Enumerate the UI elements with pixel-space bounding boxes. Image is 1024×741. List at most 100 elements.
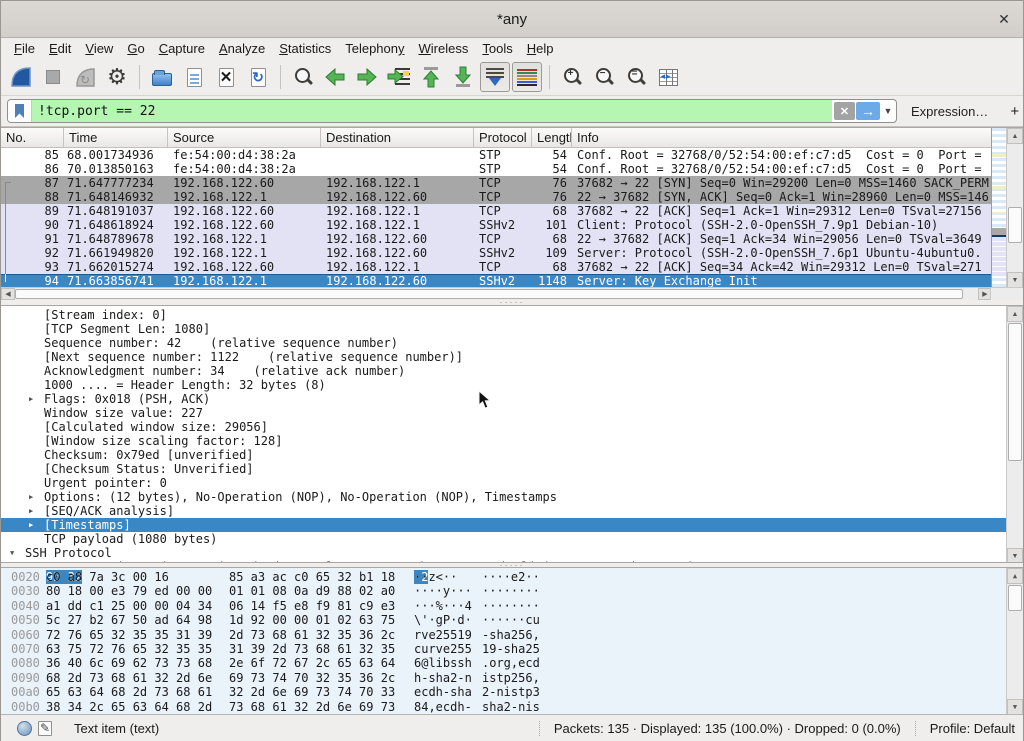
detail-line-flags[interactable]: ▶Flags: 0x018 (PSH, ACK) [1,392,1006,406]
go-top-button[interactable] [416,62,446,92]
restart-capture-button[interactable]: ↻ [70,62,100,92]
hex-row[interactable]: 009068 2d 73 68 61 32 2d 6e69 73 74 70 3… [1,671,1006,685]
go-forward-button[interactable] [352,62,382,92]
go-back-button[interactable] [320,62,350,92]
start-capture-button[interactable] [6,62,36,92]
find-packet-button[interactable] [288,62,318,92]
scroll-down-arrow[interactable]: ▼ [1007,548,1023,563]
scrollbar-thumb[interactable] [1008,585,1022,611]
detail-line[interactable]: Checksum: 0x79ed [unverified] [1,448,1006,462]
detail-line-ssh-version[interactable]: ▶SSH Version 2 (encryption:chacha20-poly… [1,560,1006,563]
packet-row[interactable]: 8568.001734936fe:54:00:d4:38:2aSTP54Conf… [1,148,993,162]
detail-line-ssh-protocol[interactable]: ▼SSH Protocol [1,546,1006,560]
detail-line[interactable]: Sequence number: 42 (relative sequence n… [1,336,1006,350]
hex-row[interactable]: 00a065 63 64 68 2d 73 68 6132 2d 6e 69 7… [1,685,1006,699]
detail-line[interactable]: [TCP Segment Len: 1080] [1,322,1006,336]
expert-info-icon[interactable] [17,721,32,736]
add-filter-button[interactable]: + [1010,103,1019,120]
menu-statistics[interactable]: Statistics [272,39,338,58]
detail-line[interactable]: [Calculated window size: 29056] [1,420,1006,434]
menu-edit[interactable]: Edit [42,39,78,58]
detail-line[interactable]: Acknowledgment number: 34 (relative ack … [1,364,1006,378]
detail-line[interactable]: Window size value: 227 [1,406,1006,420]
hex-row[interactable]: 008036 40 6c 69 62 73 73 682e 6f 72 67 2… [1,656,1006,670]
collapse-arrow-icon[interactable]: ▼ [10,546,14,560]
scroll-left-arrow[interactable]: ◀ [1,288,15,300]
auto-scroll-button[interactable] [480,62,510,92]
menu-tools[interactable]: Tools [475,39,519,58]
hex-row[interactable]: 00505c 27 b2 67 50 ad 64 981d 92 00 00 0… [1,613,1006,627]
menu-telephony[interactable]: Telephony [338,39,411,58]
packet-row[interactable]: 8971.648191037192.168.122.60192.168.122.… [1,204,993,218]
expand-arrow-icon[interactable]: ▶ [44,560,48,563]
go-to-packet-button[interactable] [384,62,414,92]
detail-line-seqack[interactable]: ▶[SEQ/ACK analysis] [1,504,1006,518]
packet-row[interactable]: 9271.661949820192.168.122.1192.168.122.6… [1,246,993,260]
open-file-button[interactable] [147,62,177,92]
colorize-button[interactable] [512,62,542,92]
scroll-up-arrow[interactable]: ▲ [1007,306,1023,322]
column-header-info[interactable]: Info [572,128,1023,147]
menu-view[interactable]: View [78,39,120,58]
column-header-time[interactable]: Time [64,128,168,147]
menu-analyze[interactable]: Analyze [212,39,272,58]
detail-line[interactable]: 1000 .... = Header Length: 32 bytes (8) [1,378,1006,392]
column-header-destination[interactable]: Destination [321,128,474,147]
scrollbar-thumb[interactable] [1008,323,1022,461]
detail-line[interactable]: [Next sequence number: 1122 (relative se… [1,350,1006,364]
expand-arrow-icon[interactable]: ▶ [29,504,33,518]
packet-row[interactable]: 8871.648146932192.168.122.1192.168.122.6… [1,190,993,204]
detail-line-options[interactable]: ▶Options: (12 bytes), No-Operation (NOP)… [1,490,1006,504]
save-file-button[interactable] [179,62,209,92]
packet-row[interactable]: 8771.647777234192.168.122.60192.168.122.… [1,176,993,190]
detail-line[interactable]: Urgent pointer: 0 [1,476,1006,490]
detail-line[interactable]: [Stream index: 0] [1,308,1006,322]
hex-row[interactable]: 006072 76 65 32 35 35 31 392d 73 68 61 3… [1,628,1006,642]
hex-row[interactable]: 0020c0 a8 7a 3c 00 16 93 3285 a3 ac c0 6… [1,570,1006,584]
hex-row[interactable]: 007063 75 72 76 65 32 35 3531 39 2d 73 6… [1,642,1006,656]
expression-button[interactable]: Expression… [911,104,988,119]
capture-options-button[interactable]: ⚙ [102,62,132,92]
column-header-protocol[interactable]: Protocol [474,128,532,147]
packet-row[interactable]: 9371.662015274192.168.122.60192.168.122.… [1,260,993,274]
filter-apply-button[interactable]: → [856,102,880,120]
detail-line[interactable]: TCP payload (1080 bytes) [1,532,1006,546]
expand-arrow-icon[interactable]: ▶ [29,490,33,504]
zoom-original-button[interactable]: = [621,62,651,92]
intelligent-scrollbar-minimap[interactable] [991,128,1006,288]
go-bottom-button[interactable] [448,62,478,92]
filter-clear-button[interactable]: ✕ [834,102,855,120]
scroll-up-arrow[interactable]: ▲ [1007,128,1023,144]
column-header-length[interactable]: Length [532,128,572,147]
detail-line[interactable]: [Checksum Status: Unverified] [1,462,1006,476]
scroll-down-arrow[interactable]: ▼ [1007,272,1023,288]
menu-file[interactable]: File [7,39,42,58]
display-filter-input[interactable]: !tcp.port == 22 [32,100,832,122]
menu-capture[interactable]: Capture [152,39,212,58]
scrollbar-thumb[interactable] [1008,207,1022,243]
column-header-source[interactable]: Source [168,128,321,147]
zoom-out-button[interactable]: − [589,62,619,92]
filter-bookmark-button[interactable] [8,100,32,122]
resize-columns-button[interactable] [653,62,683,92]
filter-dropdown-button[interactable]: ▼ [880,100,896,122]
detail-vscrollbar[interactable]: ▲ ▼ [1006,306,1023,563]
hex-row[interactable]: 00b038 34 2c 65 63 64 68 2d73 68 61 32 2… [1,700,1006,714]
expand-arrow-icon[interactable]: ▶ [29,392,33,406]
hex-vscrollbar[interactable]: ▲ ▼ [1006,568,1023,714]
menu-go[interactable]: Go [120,39,151,58]
menu-wireless[interactable]: Wireless [412,39,476,58]
packet-row-selected[interactable]: 9471.663856741192.168.122.1192.168.122.6… [1,274,993,288]
hex-row[interactable]: 0040a1 dd c1 25 00 00 04 3406 14 f5 e8 f… [1,599,1006,613]
expand-arrow-icon[interactable]: ▶ [29,518,33,532]
packet-list-vscrollbar[interactable]: ▲ ▼ [1006,128,1023,288]
packet-row[interactable]: 9171.648789678192.168.122.1192.168.122.6… [1,232,993,246]
hex-row[interactable]: 003080 18 00 e3 79 ed 00 0001 01 08 0a d… [1,584,1006,598]
profile-selector[interactable]: Profile: Default [916,721,1015,736]
column-header-no[interactable]: No. [1,128,64,147]
close-icon[interactable]: ✕ [995,10,1013,28]
packet-row[interactable]: 9071.648618924192.168.122.60192.168.122.… [1,218,993,232]
close-file-button[interactable]: ✕ [211,62,241,92]
menu-help[interactable]: Help [520,39,561,58]
reload-file-button[interactable]: ↻ [243,62,273,92]
